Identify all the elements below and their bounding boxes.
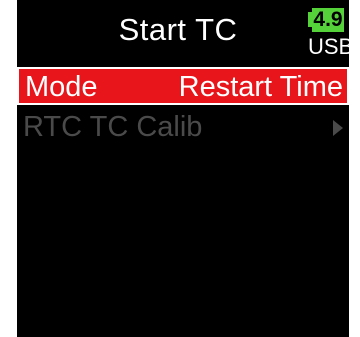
menu-item-value: Restart Time (178, 71, 343, 103)
battery-level: 4.9 (312, 8, 344, 32)
menu-item-label: RTC TC Calib (23, 111, 203, 143)
power-source-label: USB (308, 34, 349, 59)
menu-item-mode[interactable]: Mode Restart Time (17, 67, 349, 105)
menu-list: Mode Restart Time RTC TC Calib (17, 67, 349, 151)
device-screen: Start TC 4.9 USB Mode Restart Time RTC T… (17, 0, 349, 337)
header: Start TC 4.9 USB (17, 0, 349, 66)
page-title: Start TC (118, 12, 238, 47)
menu-item-label: Mode (25, 71, 98, 103)
menu-item-rtc-tc-calib[interactable]: RTC TC Calib (17, 109, 349, 147)
chevron-right-icon (333, 120, 343, 136)
battery-indicator: 4.9 USB (308, 8, 349, 60)
